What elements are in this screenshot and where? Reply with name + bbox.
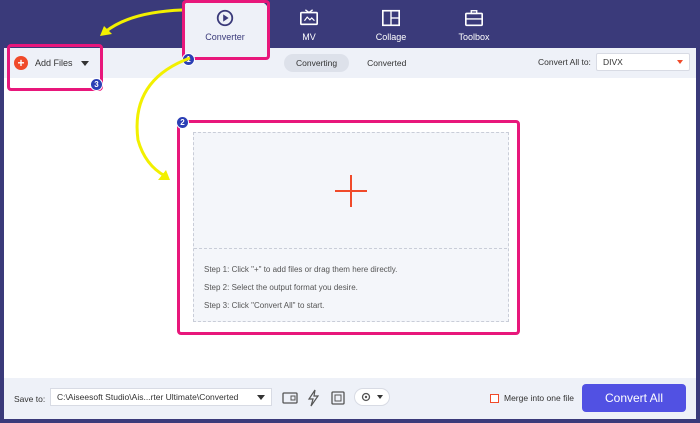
highlight-add-files bbox=[7, 44, 103, 91]
gpu-icon[interactable] bbox=[328, 388, 348, 408]
collage-icon bbox=[382, 9, 400, 27]
tab-collage-label: Collage bbox=[375, 32, 407, 42]
tab-collage[interactable]: Collage bbox=[348, 2, 434, 48]
converter-toolbar: + Add Files Converting Converted Convert… bbox=[4, 48, 696, 78]
bottom-bar: Save to: C:\Aiseesoft Studio\Ais...rter … bbox=[4, 378, 696, 419]
tab-mv-label: MV bbox=[302, 32, 316, 42]
gear-icon bbox=[361, 392, 371, 402]
settings-button[interactable] bbox=[354, 388, 390, 406]
save-to-label: Save to: bbox=[14, 394, 46, 404]
tab-toolbox[interactable]: Toolbox bbox=[431, 2, 517, 48]
annotation-badge-1: 1 bbox=[182, 53, 195, 66]
output-format-select[interactable]: DIVX bbox=[596, 53, 690, 71]
save-path-select[interactable]: C:\Aiseesoft Studio\Ais...rter Ultimate\… bbox=[50, 388, 272, 406]
chevron-down-icon bbox=[677, 60, 683, 64]
tab-toolbox-label: Toolbox bbox=[458, 32, 490, 42]
status-segmented-control: Converting Converted bbox=[284, 54, 424, 72]
tab-mv[interactable]: MV bbox=[266, 2, 352, 48]
merge-label: Merge into one file bbox=[504, 393, 574, 403]
save-path-value: C:\Aiseesoft Studio\Ais...rter Ultimate\… bbox=[57, 392, 239, 402]
hardware-acceleration-icon[interactable] bbox=[304, 388, 324, 408]
chevron-down-icon bbox=[257, 395, 265, 400]
output-format-value: DIVX bbox=[603, 57, 623, 67]
folder-icon[interactable] bbox=[280, 388, 300, 408]
tab-converted[interactable]: Converted bbox=[355, 54, 418, 72]
annotation-badge-3: 3 bbox=[90, 78, 103, 91]
annotation-badge-2: 2 bbox=[176, 116, 189, 129]
highlight-converter-tab bbox=[182, 0, 270, 60]
tv-icon bbox=[300, 9, 318, 26]
highlight-drop-zone bbox=[177, 120, 520, 335]
convert-all-button[interactable]: Convert All bbox=[582, 384, 686, 412]
toolbox-icon bbox=[465, 10, 483, 27]
tab-converting[interactable]: Converting bbox=[284, 54, 350, 72]
chevron-down-icon bbox=[377, 395, 383, 399]
convert-all-to-label: Convert All to: bbox=[538, 57, 591, 67]
top-navigation: Converter MV Collage Toolbox bbox=[0, 0, 700, 52]
merge-checkbox[interactable] bbox=[490, 393, 499, 403]
merge-option[interactable]: Merge into one file bbox=[490, 393, 574, 403]
